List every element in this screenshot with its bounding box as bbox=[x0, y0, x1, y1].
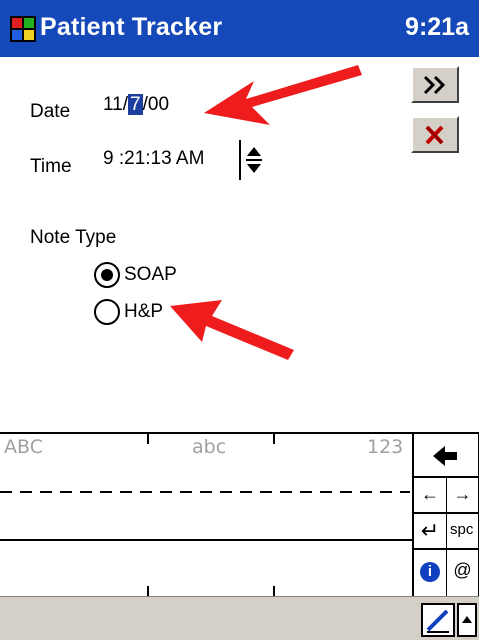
radio-label-hp[interactable]: H&P bbox=[124, 301, 163, 323]
title-bar: Patient Tracker 9:21a bbox=[0, 0, 479, 57]
note-type-label: Note Type bbox=[30, 227, 117, 248]
date-year[interactable]: /00 bbox=[143, 94, 169, 115]
time-field[interactable]: 9 :21:13 AM bbox=[103, 148, 204, 170]
input-method-button[interactable] bbox=[421, 603, 455, 637]
backspace-key[interactable] bbox=[414, 434, 479, 478]
triangle-up-icon bbox=[462, 616, 472, 623]
space-key[interactable]: spc bbox=[447, 514, 479, 550]
pen-icon bbox=[426, 609, 449, 633]
enter-key[interactable]: ↵ bbox=[414, 514, 447, 550]
annotation-arrow-icon bbox=[170, 300, 294, 360]
date-field[interactable]: 11/7/00 bbox=[103, 94, 169, 116]
writing-guides bbox=[0, 434, 412, 596]
date-month[interactable]: 11/ bbox=[103, 94, 128, 115]
spin-down-icon[interactable] bbox=[247, 164, 261, 173]
right-arrow-key[interactable]: → bbox=[447, 478, 479, 514]
input-panel: ABC abc 123 ← → ↵ spc i @ bbox=[0, 432, 479, 596]
info-icon: i bbox=[420, 562, 440, 582]
handwriting-area[interactable]: ABC abc 123 bbox=[0, 434, 414, 596]
menu-bar bbox=[0, 596, 479, 640]
windows-flag-icon[interactable] bbox=[10, 16, 36, 42]
spin-up-icon[interactable] bbox=[247, 147, 261, 156]
app-title: Patient Tracker bbox=[40, 13, 223, 41]
input-menu-button[interactable] bbox=[457, 603, 477, 637]
backspace-icon bbox=[433, 446, 457, 466]
symbol-key[interactable]: @ bbox=[447, 550, 479, 596]
time-spinner[interactable] bbox=[238, 140, 270, 180]
radio-circle[interactable] bbox=[94, 262, 120, 288]
keypad: ← → ↵ spc i @ bbox=[414, 434, 479, 596]
radio-circle[interactable] bbox=[94, 299, 120, 325]
annotation-arrow-icon bbox=[204, 65, 362, 125]
date-label: Date bbox=[30, 101, 71, 122]
radio-selected-dot bbox=[101, 269, 113, 281]
cancel-button[interactable] bbox=[411, 116, 459, 153]
date-day-selected[interactable]: 7 bbox=[128, 94, 143, 115]
red-x-icon bbox=[425, 125, 444, 145]
info-key[interactable]: i bbox=[414, 550, 447, 596]
clock[interactable]: 9:21a bbox=[405, 13, 469, 42]
left-arrow-key[interactable]: ← bbox=[414, 478, 447, 514]
double-chevron-right-icon bbox=[423, 75, 446, 95]
radio-label-soap[interactable]: SOAP bbox=[124, 264, 177, 286]
next-button[interactable] bbox=[411, 66, 459, 103]
time-label: Time bbox=[30, 156, 72, 177]
